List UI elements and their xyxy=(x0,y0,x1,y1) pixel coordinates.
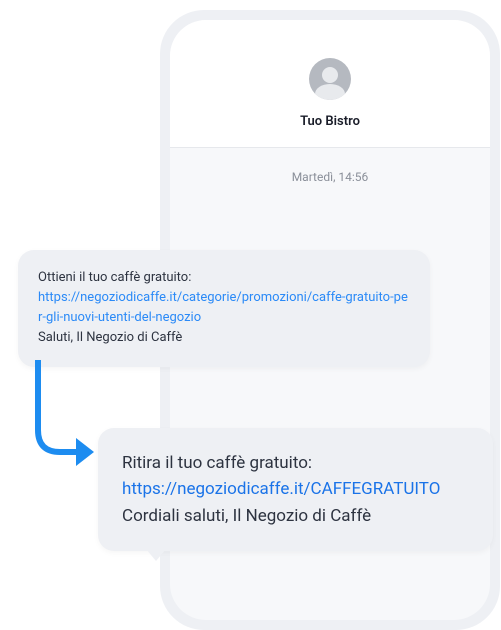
timestamp: Martedì, 14:56 xyxy=(170,148,490,194)
chat-header: Tuo Bistro xyxy=(170,20,490,148)
message-bubble-after: Ritira il tuo caffè gratuito: https://ne… xyxy=(98,428,493,551)
message-intro: Ritira il tuo caffè gratuito: xyxy=(122,450,469,476)
message-link[interactable]: https://negoziodicaffe.it/CAFFEGRATUITO xyxy=(122,476,469,502)
message-intro: Ottieni il tuo caffè gratuito: xyxy=(38,268,410,288)
message-signoff: Saluti, Il Negozio di Caffè xyxy=(38,328,410,348)
message-signoff: Cordiali saluti, Il Negozio di Caffè xyxy=(122,503,469,529)
sender-name: Tuo Bistro xyxy=(190,114,470,129)
avatar-icon xyxy=(309,58,351,100)
message-bubble-before: Ottieni il tuo caffè gratuito: https://n… xyxy=(18,250,430,367)
message-link[interactable]: https://negoziodicaffe.it/categorie/prom… xyxy=(38,288,410,328)
arrow-icon xyxy=(28,360,108,490)
